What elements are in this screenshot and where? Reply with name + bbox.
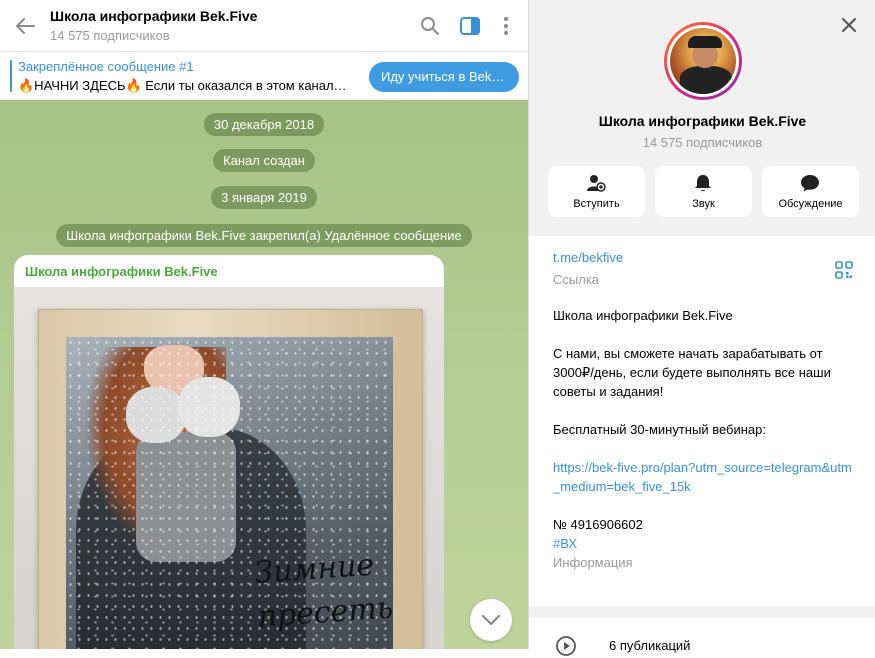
webinar-link[interactable]: https://bek-five.pro/plan?utm_source=tel… (553, 460, 852, 494)
scroll-down-button[interactable] (470, 599, 512, 641)
info-caption: Информация (553, 555, 633, 570)
channel-post[interactable]: Школа инфографики Bek.Five Зимние пресет… (14, 255, 444, 649)
channel-description: Школа инфографики Bek.Five С нами, вы см… (553, 306, 853, 572)
description-line: С нами, вы сможете начать зарабатывать о… (553, 346, 831, 399)
sound-button[interactable]: Звук (655, 166, 752, 217)
description-line: Школа инфографики Bek.Five (553, 308, 733, 323)
chevron-down-icon (481, 614, 501, 626)
search-icon[interactable] (418, 14, 442, 38)
back-arrow-icon[interactable] (12, 14, 38, 38)
sound-label: Звук (692, 198, 715, 210)
media-play-icon (556, 636, 576, 656)
hashtag-link[interactable]: #ВХ (553, 536, 577, 551)
more-menu-icon[interactable] (494, 14, 518, 38)
channel-name: Школа инфографики Bek.Five (598, 113, 807, 129)
service-message: Канал создан (0, 149, 528, 172)
join-label: Вступить (573, 198, 620, 210)
pinned-action-button[interactable]: Иду учиться в Bek.Five (369, 62, 519, 92)
join-button[interactable]: Вступить (548, 166, 645, 217)
post-author[interactable]: Школа инфографики Bek.Five (25, 264, 218, 279)
bell-icon (695, 175, 711, 192)
chat-pane: Школа инфографики Bek.Five 14 575 подпис… (0, 0, 528, 649)
publications-count: 6 публикаций (609, 638, 691, 653)
chat-subscribers: 14 575 подписчиков (50, 28, 170, 43)
image-caption: Зимние пресеты (253, 547, 393, 635)
join-icon (587, 175, 606, 192)
qr-code-icon[interactable] (835, 261, 853, 279)
link-caption: Ссылка (553, 272, 600, 287)
close-icon[interactable] (837, 13, 861, 37)
pinned-text: 🔥НАЧНИ ЗДЕСЬ🔥 Если ты оказался в этом ка… (18, 78, 353, 93)
chat-title[interactable]: Школа инфографики Bek.Five (50, 8, 257, 24)
channel-subscribers: 14 575 подписчиков (642, 135, 763, 150)
post-image[interactable]: Зимние пресеты (14, 287, 444, 649)
date-separator: 30 декабря 2018 (0, 113, 528, 136)
pinned-title: Закреплённое сообщение #1 (18, 59, 194, 74)
discussion-button[interactable]: Обсуждение (762, 166, 859, 217)
picture-frame: Зимние пресеты (38, 309, 423, 649)
channel-details: t.me/bekfive Ссылка Школа инфографики Be… (529, 236, 875, 606)
service-message: Школа инфографики Bek.Five закрепил(а) У… (0, 224, 528, 247)
discussion-label: Обсуждение (778, 198, 843, 210)
description-line: Бесплатный 30-минутный вебинар: (553, 422, 767, 437)
date-separator: 3 января 2019 (0, 186, 528, 209)
chat-header: Школа инфографики Bek.Five 14 575 подпис… (0, 0, 528, 52)
photo-content: Зимние пресеты (66, 337, 393, 649)
channel-info-pane: Школа инфографики Bek.Five 14 575 подпис… (528, 0, 875, 658)
publications-row[interactable]: 6 публикаций (529, 618, 875, 658)
channel-link[interactable]: t.me/bekfive (553, 250, 623, 265)
description-number: № 4916906602 (553, 517, 643, 532)
pinned-indicator (10, 60, 12, 92)
channel-avatar[interactable] (664, 22, 742, 100)
chat-bubble-icon (801, 175, 819, 192)
pinned-message[interactable]: Закреплённое сообщение #1 🔥НАЧНИ ЗДЕСЬ🔥 … (0, 52, 528, 100)
sidebar-toggle-icon[interactable] (458, 14, 482, 38)
